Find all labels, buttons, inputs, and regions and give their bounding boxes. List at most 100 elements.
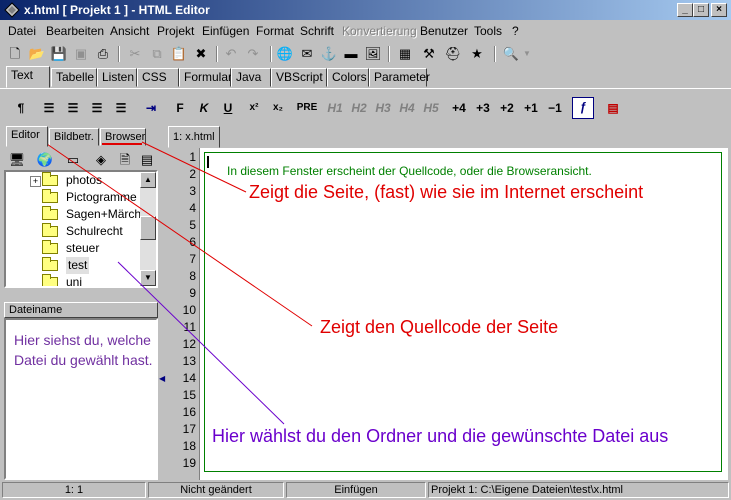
menu-datei[interactable]: Datei bbox=[8, 24, 36, 38]
font-face-icon[interactable]: ƒ bbox=[572, 97, 594, 119]
scroll-thumb[interactable] bbox=[140, 216, 156, 240]
line-number-gutter: 1 2 3 4 5 6 7 8 9 10 11 12 13 14 15 16 1… bbox=[168, 148, 200, 480]
tree-scrollbar[interactable]: ▲ ▼ bbox=[140, 172, 156, 286]
pre-button[interactable]: PRE bbox=[294, 99, 320, 117]
close-button[interactable]: × bbox=[711, 3, 727, 17]
tab-css[interactable]: CSS bbox=[137, 68, 179, 87]
align-left-icon[interactable]: ☰ bbox=[40, 99, 58, 117]
tree-item[interactable]: uni bbox=[6, 274, 142, 286]
h4-button[interactable]: H4 bbox=[396, 99, 418, 117]
copy-icon[interactable]: ⧉ bbox=[148, 45, 166, 63]
helmet-icon[interactable]: ⛑ bbox=[444, 45, 462, 63]
folder-tree[interactable]: + photos Pictogramme Sagen+Märchen Schul… bbox=[4, 170, 158, 288]
color-list-icon[interactable]: ▤ bbox=[604, 99, 622, 117]
tab-listen[interactable]: Listen bbox=[97, 68, 137, 87]
image-icon[interactable]: 🖼 bbox=[364, 45, 382, 63]
save-icon[interactable]: 💾 bbox=[50, 45, 68, 63]
font-minus1-button[interactable]: −1 bbox=[544, 99, 566, 117]
menu-ansicht[interactable]: Ansicht bbox=[110, 24, 149, 38]
file-list[interactable]: Hier siehst du, welche Datei du gewählt … bbox=[4, 318, 158, 480]
tab-vbscript[interactable]: VBScript bbox=[271, 68, 327, 87]
tab-tabelle[interactable]: Tabelle bbox=[51, 68, 97, 87]
tab-editor[interactable]: Editor bbox=[6, 126, 48, 147]
tab-parameter[interactable]: Parameter bbox=[369, 68, 430, 87]
mail-icon[interactable]: ✉ bbox=[298, 45, 316, 63]
file-list-icon[interactable]: ▤ bbox=[138, 151, 156, 169]
menu-projekt[interactable]: Projekt bbox=[157, 24, 194, 38]
italic-button[interactable]: K bbox=[196, 99, 212, 117]
delete-icon[interactable]: ✖ bbox=[192, 45, 210, 63]
folder-star-icon[interactable]: ★ bbox=[468, 45, 486, 63]
toolbar-separator bbox=[216, 46, 218, 62]
menu-bearbeiten[interactable]: Bearbeiten bbox=[46, 24, 104, 38]
align-right-icon[interactable]: ☰ bbox=[88, 99, 106, 117]
splitter-arrow-icon[interactable]: ◀ bbox=[159, 374, 165, 383]
scroll-up-icon[interactable]: ▲ bbox=[140, 172, 156, 188]
tree-item[interactable]: steuer bbox=[6, 240, 142, 257]
tree-item-selected[interactable]: test bbox=[6, 257, 142, 274]
h3-button[interactable]: H3 bbox=[372, 99, 394, 117]
panel-splitter[interactable]: ◀ bbox=[158, 148, 166, 480]
bold-button[interactable]: F bbox=[172, 99, 188, 117]
menu-format[interactable]: Format bbox=[256, 24, 294, 38]
tools-icon[interactable]: ⚒ bbox=[420, 45, 438, 63]
indent-icon[interactable]: ⇥ bbox=[140, 99, 162, 117]
underline-button[interactable]: U bbox=[220, 99, 236, 117]
maximize-button[interactable]: □ bbox=[693, 3, 709, 17]
anchor-icon[interactable]: ⚓ bbox=[320, 45, 338, 63]
tab-bildbetr[interactable]: Bildbetr. bbox=[49, 128, 99, 146]
network-globe-icon[interactable]: 🌍 bbox=[36, 151, 54, 169]
tree-item[interactable]: Pictogramme bbox=[6, 189, 142, 206]
font-plus2-button[interactable]: +2 bbox=[496, 99, 518, 117]
font-plus1-button[interactable]: +1 bbox=[520, 99, 542, 117]
file-list-header[interactable]: Dateiname bbox=[4, 302, 158, 318]
tab-text[interactable]: Text bbox=[6, 66, 50, 88]
folder-icon bbox=[42, 206, 58, 220]
menu-benutzer[interactable]: Benutzer bbox=[420, 24, 468, 38]
globe-link-icon[interactable]: 🌐 bbox=[276, 45, 294, 63]
menu-tools[interactable]: Tools bbox=[474, 24, 502, 38]
undo-icon[interactable]: ↶ bbox=[222, 45, 240, 63]
menu-konvertierung[interactable]: Konvertierung bbox=[342, 24, 417, 38]
h1-button[interactable]: H1 bbox=[324, 99, 346, 117]
menu-help[interactable]: ? bbox=[512, 24, 519, 38]
chevron-down-icon[interactable]: ▼ bbox=[522, 45, 532, 63]
title-bar[interactable]: x.html [ Projekt 1 ] - HTML Editor _ □ × bbox=[0, 0, 731, 20]
tab-formular[interactable]: Formular bbox=[179, 68, 232, 87]
font-plus3-button[interactable]: +3 bbox=[472, 99, 494, 117]
scroll-down-icon[interactable]: ▼ bbox=[140, 270, 156, 286]
tab-colors[interactable]: Colors bbox=[327, 68, 369, 87]
expand-icon[interactable]: + bbox=[30, 176, 41, 187]
new-file-icon[interactable]: 🗋 bbox=[6, 45, 24, 63]
table-icon[interactable]: ▦ bbox=[396, 45, 414, 63]
line-number: 7 bbox=[189, 252, 196, 266]
paste-icon[interactable]: 📋 bbox=[170, 45, 188, 63]
justify-icon[interactable]: ☰ bbox=[112, 99, 130, 117]
font-plus4-button[interactable]: +4 bbox=[448, 99, 470, 117]
h5-button[interactable]: H5 bbox=[420, 99, 442, 117]
document-icon[interactable]: 🗎 bbox=[116, 151, 134, 169]
minimize-button[interactable]: _ bbox=[677, 3, 693, 17]
cut-icon[interactable]: ✂ bbox=[126, 45, 144, 63]
horizontal-rule-icon[interactable]: ▬ bbox=[342, 45, 360, 63]
align-center-icon[interactable]: ☰ bbox=[64, 99, 82, 117]
superscript-button[interactable]: x² bbox=[244, 99, 264, 117]
editor-file-tab[interactable]: 1: x.html bbox=[168, 126, 220, 148]
paragraph-icon[interactable]: ¶ bbox=[12, 99, 30, 117]
computer-icon[interactable]: 🖥 bbox=[8, 151, 26, 169]
tree-item[interactable]: Schulrecht bbox=[6, 223, 142, 240]
tab-java[interactable]: Java bbox=[231, 68, 271, 87]
browser-view-icon[interactable]: ▭ bbox=[64, 151, 82, 169]
subscript-button[interactable]: x₂ bbox=[268, 99, 288, 117]
search-icon[interactable]: 🔍 bbox=[502, 45, 520, 63]
print-preview-icon[interactable]: ⎙ bbox=[94, 45, 112, 63]
tree-item[interactable]: Sagen+Märchen bbox=[6, 206, 154, 223]
save-all-icon[interactable]: ▣ bbox=[72, 45, 90, 63]
tree-item[interactable]: + photos bbox=[6, 172, 142, 189]
package-icon[interactable]: ◈ bbox=[92, 151, 110, 169]
menu-einfuegen[interactable]: Einfügen bbox=[202, 24, 249, 38]
h2-button[interactable]: H2 bbox=[348, 99, 370, 117]
menu-schrift[interactable]: Schrift bbox=[300, 24, 334, 38]
redo-icon[interactable]: ↷ bbox=[244, 45, 262, 63]
open-folder-icon[interactable]: 📂 bbox=[28, 45, 46, 63]
